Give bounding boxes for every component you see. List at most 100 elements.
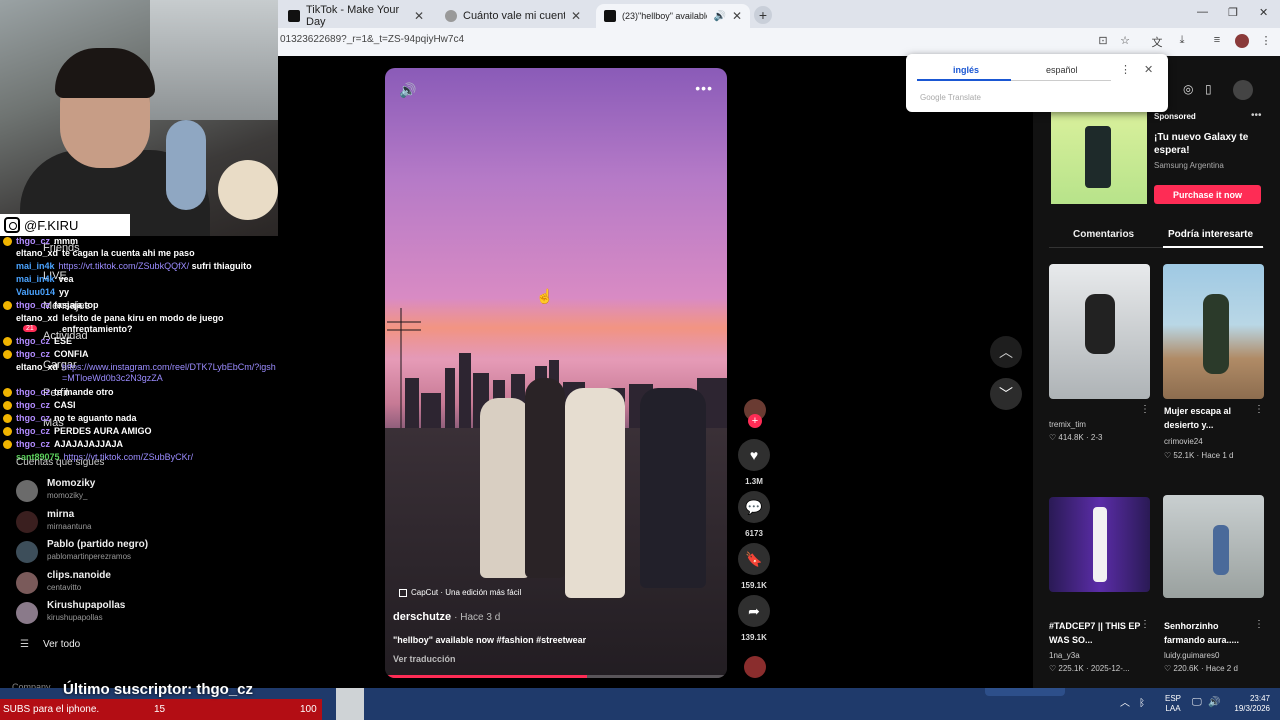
translate-menu-icon[interactable]: ⋮ [1120, 63, 1131, 76]
volume-tray-icon[interactable]: 🔊 [1208, 698, 1220, 708]
network-icon[interactable]: 🖵 [1192, 698, 1202, 708]
card-user[interactable]: crimovie24 [1164, 437, 1203, 446]
browser-menu-icon[interactable]: ⋮ [1259, 34, 1273, 48]
chat-link[interactable]: https://www.instagram.com/reel/DTK7LybEb… [62, 362, 277, 384]
card-more-icon[interactable]: ⋮ [1254, 619, 1264, 630]
following-item[interactable]: Momoziky momoziky_ [16, 478, 266, 504]
close-icon[interactable]: ✕ [571, 9, 581, 23]
chat-text: yy [59, 287, 70, 297]
bluetooth-icon[interactable]: ᛒ [1139, 699, 1145, 709]
video-progress-bar[interactable] [385, 675, 727, 678]
mobile-icon[interactable]: ▯ [1205, 82, 1212, 96]
tab-comments[interactable]: Comentarios [1073, 229, 1134, 240]
chat-username[interactable]: eltano_xd [16, 313, 58, 323]
video-author[interactable]: derschutze · Hace 3 d [393, 611, 500, 623]
chat-username[interactable]: thgo_cz [16, 336, 50, 346]
browser-tab-tiktok[interactable]: TikTok - Make Your Day ✕ [280, 4, 432, 28]
close-icon[interactable]: ✕ [1144, 63, 1153, 76]
close-window-icon[interactable]: ✕ [1259, 6, 1268, 19]
see-translation-link[interactable]: Ver traducción [393, 654, 456, 664]
card-date: Hace 1 d [1201, 451, 1234, 460]
chat-username[interactable]: thgo_cz [16, 413, 50, 423]
tray-chevron-icon[interactable]: ︿ [1120, 699, 1130, 709]
chat-link[interactable]: https://vt.tiktok.com/ZSubkQQfX/ [59, 261, 190, 271]
video-player[interactable]: 🔊 ••• CapCut · Una edición más fácil der… [385, 68, 727, 678]
bookmark-star-icon[interactable]: ☆ [1118, 34, 1132, 48]
ad-cta-button[interactable]: Purchase it now [1154, 185, 1261, 204]
previous-video-button[interactable]: ︿ [990, 336, 1022, 368]
chat-username[interactable]: thgo_cz [16, 387, 50, 397]
following-item[interactable]: clips.nanoide centavitto [16, 570, 266, 596]
video-card-thumbnail[interactable] [1163, 495, 1264, 598]
video-card-thumbnail[interactable] [1049, 264, 1150, 399]
share-button[interactable]: ➦ [738, 595, 770, 627]
chat-username[interactable]: thgo_cz [16, 439, 50, 449]
video-card-thumbnail[interactable] [1163, 264, 1264, 399]
card-user[interactable]: 1na_y3a [1049, 651, 1080, 660]
food-plate [218, 160, 278, 220]
speaker-icon[interactable]: 🔊 [713, 11, 725, 22]
maximize-icon[interactable]: ❐ [1228, 6, 1238, 19]
follow-plus-button[interactable]: + [748, 414, 762, 428]
card-title[interactable]: Mujer escapa al desierto y... [1164, 404, 1259, 432]
compass-icon[interactable]: ◎ [1183, 82, 1193, 96]
following-item[interactable]: mirna mirnaantuna [16, 509, 266, 535]
ad-image[interactable] [1051, 112, 1147, 204]
user-avatar[interactable] [1233, 80, 1253, 100]
card-title[interactable]: Senhorzinho farmando aura..... [1164, 619, 1259, 647]
new-tab-button[interactable]: + [754, 6, 772, 24]
comment-button[interactable]: 💬 [738, 491, 770, 523]
input-language[interactable]: ESP LAA [1162, 694, 1184, 714]
ad-more-icon[interactable]: ••• [1251, 110, 1262, 121]
browser-tab-active[interactable]: (23)"hellboy" available now 🔊 ✕ [596, 4, 750, 28]
url-text[interactable]: 01323622689?_r=1&_t=ZS-94pqiyHw7c4 [280, 34, 464, 45]
following-item[interactable]: Pablo (partido negro) pablomartinperezram… [16, 539, 266, 565]
progress-fill [385, 675, 587, 678]
chat-username[interactable]: thgo_cz [16, 400, 50, 410]
close-icon[interactable]: ✕ [414, 9, 424, 23]
tab-recommended[interactable]: Podría interesarte [1168, 229, 1253, 240]
card-more-icon[interactable]: ⋮ [1140, 404, 1150, 415]
install-icon[interactable]: ⊡ [1096, 34, 1110, 48]
download-icon[interactable]: ⤓ [1175, 34, 1189, 48]
chat-username[interactable]: mai_in4k [16, 261, 55, 271]
save-button[interactable]: 🔖 [738, 543, 770, 575]
card-more-icon[interactable]: ⋮ [1140, 619, 1150, 630]
extensions-icon[interactable]: ≡ [1210, 34, 1224, 48]
more-options-icon[interactable]: ••• [695, 80, 713, 96]
chat-username[interactable]: eltano_xd [16, 248, 58, 258]
subs-target: 100 [300, 704, 317, 715]
chat-username[interactable]: thgo_cz [16, 236, 50, 246]
chat-username[interactable]: Valuu014 [16, 287, 55, 297]
volume-icon[interactable]: 🔊 [399, 82, 416, 99]
profile-avatar[interactable] [1235, 34, 1249, 48]
card-user[interactable]: luidy.guimares0 [1164, 651, 1219, 660]
last-subscriber-overlay: Último suscriptor: thgo_cz [63, 681, 254, 698]
like-button[interactable]: ♥ [738, 439, 770, 471]
close-icon[interactable]: ✕ [732, 9, 742, 23]
chat-username[interactable]: thgo_cz [16, 426, 50, 436]
following-item[interactable]: Kirushupapollas kirushupapollas [16, 600, 266, 626]
capcut-tag[interactable]: CapCut · Una edición más fácil [399, 588, 521, 597]
card-title[interactable]: #TADCEP7 || THIS EP WAS SO... [1049, 619, 1144, 647]
chat-username[interactable]: mai_in4k [16, 274, 55, 284]
sound-disc-icon[interactable] [744, 656, 766, 678]
capcut-label: CapCut · Una edición más fácil [411, 588, 522, 597]
post-time: · Hace 3 d [454, 612, 501, 623]
chat-username[interactable]: eltano_xd [16, 362, 58, 372]
chat-username[interactable]: thgo_cz [16, 349, 50, 359]
chat-username[interactable]: thgo_cz [16, 300, 50, 310]
minimize-icon[interactable]: — [1197, 6, 1208, 18]
author-name[interactable]: derschutze [393, 611, 451, 623]
video-card-thumbnail[interactable] [1049, 497, 1150, 592]
source-language-tab[interactable]: inglés [953, 65, 979, 75]
ad-title[interactable]: ¡Tu nuevo Galaxy te espera! [1154, 131, 1264, 157]
clock[interactable]: 23:47 19/3/2026 [1226, 694, 1270, 714]
target-language-tab[interactable]: español [1046, 65, 1078, 75]
card-user[interactable]: tremix_tim [1049, 420, 1086, 429]
next-video-button[interactable]: ﹀ [990, 378, 1022, 410]
browser-tab-fortnite[interactable]: Cuánto vale mi cuenta de Fortn ✕ [437, 4, 589, 28]
card-more-icon[interactable]: ⋮ [1254, 404, 1264, 415]
see-all-link[interactable]: ☰ Ver todo [20, 639, 80, 650]
translate-icon[interactable]: 文 [1150, 34, 1164, 49]
